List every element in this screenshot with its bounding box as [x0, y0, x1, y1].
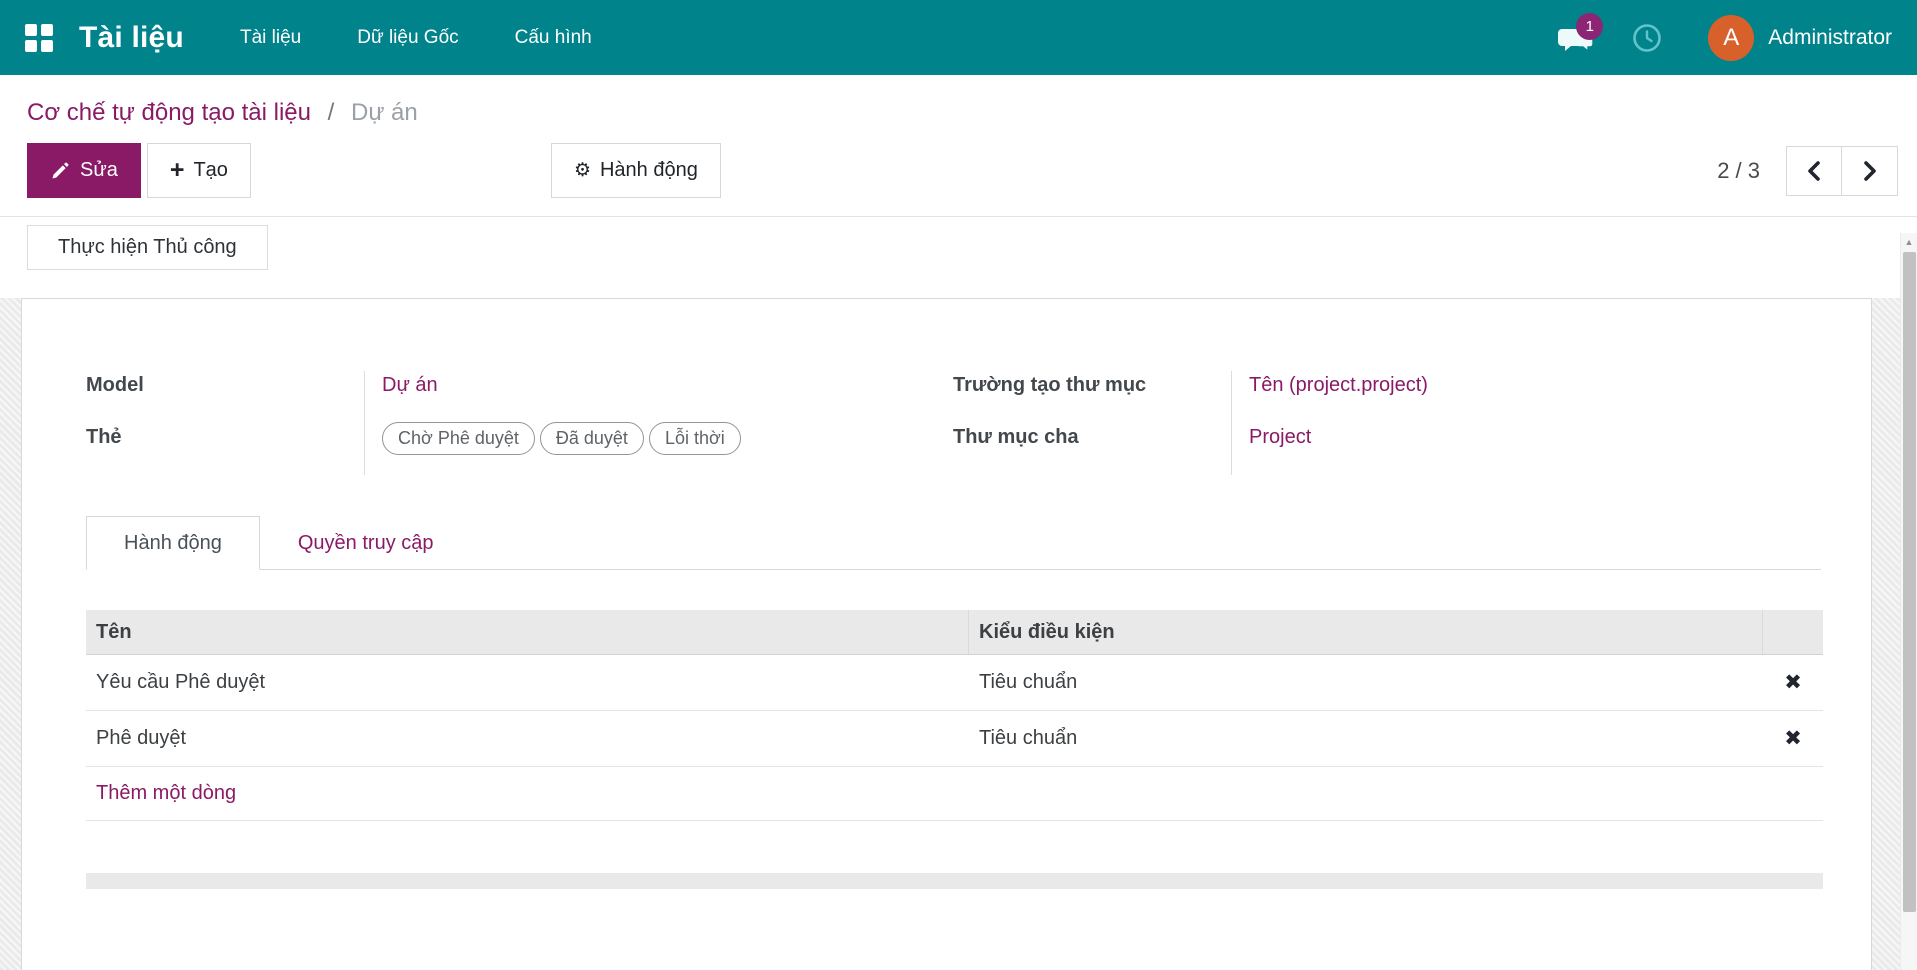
manual-run-button[interactable]: Thực hiện Thủ công — [27, 225, 268, 270]
delete-row-icon[interactable]: ✖ — [1763, 670, 1823, 695]
edit-button-label: Sửa — [80, 159, 118, 182]
notebook-tabs: Hành động Quyền truy cập — [86, 515, 1821, 570]
menu-item-tai-lieu[interactable]: Tài liệu — [240, 27, 301, 49]
pager-next-button[interactable] — [1842, 146, 1898, 196]
tab-quyen-truy-cap[interactable]: Quyền truy cập — [260, 516, 472, 570]
chevron-right-icon — [1862, 160, 1878, 182]
field-group-left: Model Thẻ Dự án Chờ Phê duyệt Đã duyệt L… — [86, 371, 947, 475]
clock-icon — [1632, 23, 1662, 53]
model-field-label: Model — [86, 374, 144, 397]
row-name-cell[interactable]: Yêu cầu Phê duyệt — [86, 671, 969, 694]
pager: 2 / 3 — [1717, 146, 1898, 196]
tab-hanh-dong[interactable]: Hành động — [86, 516, 260, 570]
folder-field-value[interactable]: Tên (project.project) — [1249, 374, 1428, 397]
top-navbar: Tài liệu Tài liệu Dữ liệu Gốc Cấu hình 1… — [0, 0, 1917, 75]
user-menu[interactable]: A Administrator — [1708, 15, 1892, 61]
apps-grid-square — [25, 24, 37, 36]
field-values-left: Dự án Chờ Phê duyệt Đã duyệt Lỗi thời — [364, 371, 947, 475]
vertical-scrollbar[interactable]: ▲ — [1900, 233, 1917, 970]
apps-grid-icon[interactable] — [25, 24, 53, 52]
delete-row-icon[interactable]: ✖ — [1763, 726, 1823, 751]
scrollbar-thumb[interactable] — [1903, 252, 1916, 912]
parent-folder-label: Thư mục cha — [953, 426, 1079, 449]
statusbar: Thực hiện Thủ công — [0, 217, 1917, 275]
pager-value: 2 / 3 — [1717, 158, 1760, 184]
column-header-name[interactable]: Tên — [86, 610, 969, 654]
table-row[interactable]: Yêu cầu Phê duyệt Tiêu chuẩn ✖ — [86, 655, 1823, 711]
parent-folder-value[interactable]: Project — [1249, 426, 1311, 449]
row-condition-cell[interactable]: Tiêu chuẩn — [969, 727, 1763, 750]
gear-icon: ⚙ — [574, 159, 591, 182]
form-sheet: Model Thẻ Dự án Chờ Phê duyệt Đã duyệt L… — [21, 298, 1872, 970]
avatar: A — [1708, 15, 1754, 61]
folder-field-label: Trường tạo thư mục — [953, 374, 1146, 397]
messages-badge: 1 — [1576, 13, 1603, 40]
main-menu: Tài liệu Dữ liệu Gốc Cấu hình — [240, 27, 592, 49]
field-group: Model Thẻ Dự án Chờ Phê duyệt Đã duyệt L… — [86, 371, 1821, 475]
list-footer-strip — [86, 873, 1823, 889]
field-labels-right: Trường tạo thư mục Thư mục cha — [953, 371, 1231, 475]
model-field-value[interactable]: Dự án — [382, 374, 438, 397]
apps-grid-square — [41, 24, 53, 36]
pager-previous-button[interactable] — [1786, 146, 1842, 196]
list-header-row: Tên Kiểu điều kiện — [86, 610, 1823, 655]
create-button[interactable]: + Tạo — [147, 143, 251, 198]
app-brand[interactable]: Tài liệu — [79, 21, 184, 55]
apps-grid-square — [25, 40, 37, 52]
navbar-right: 1 A Administrator — [1558, 15, 1892, 61]
action-button-label: Hành động — [600, 159, 698, 182]
actions-list: Tên Kiểu điều kiện Yêu cầu Phê duyệt Tiê… — [86, 610, 1823, 821]
activities-clock-icon[interactable] — [1632, 23, 1662, 53]
tag-badge[interactable]: Lỗi thời — [649, 422, 741, 455]
scrollbar-up-arrow-icon[interactable]: ▲ — [1901, 233, 1917, 251]
breadcrumb-parent[interactable]: Cơ chế tự động tạo tài liệu — [27, 99, 311, 126]
plus-icon: + — [170, 158, 185, 183]
chevron-left-icon — [1806, 160, 1822, 182]
create-button-label: Tạo — [193, 159, 227, 182]
control-panel-buttons: Sửa + Tạo ⚙ Hành động 2 / 3 — [0, 143, 1917, 198]
breadcrumb-current: Dự án — [351, 99, 418, 126]
field-values-right: Tên (project.project) Project — [1231, 371, 1821, 475]
column-header-condition-type[interactable]: Kiểu điều kiện — [969, 610, 1763, 654]
tag-badge[interactable]: Chờ Phê duyệt — [382, 422, 535, 455]
tags-field-label: Thẻ — [86, 426, 122, 449]
add-a-line-link[interactable]: Thêm một dòng — [86, 782, 236, 805]
field-labels-left: Model Thẻ — [86, 371, 364, 475]
edit-button[interactable]: Sửa — [27, 143, 141, 198]
tag-badge[interactable]: Đã duyệt — [540, 422, 644, 455]
tags-field-value: Chờ Phê duyệt Đã duyệt Lỗi thời — [382, 422, 741, 455]
user-name: Administrator — [1768, 26, 1892, 50]
menu-item-du-lieu-goc[interactable]: Dữ liệu Gốc — [357, 27, 458, 49]
messages-icon[interactable]: 1 — [1558, 21, 1598, 55]
add-row-line: Thêm một dòng — [86, 767, 1823, 821]
row-condition-cell[interactable]: Tiêu chuẩn — [969, 671, 1763, 694]
pencil-icon — [50, 161, 70, 181]
apps-grid-square — [41, 40, 53, 52]
breadcrumb: Cơ chế tự động tạo tài liệu / Dự án — [0, 75, 1917, 127]
table-row[interactable]: Phê duyệt Tiêu chuẩn ✖ — [86, 711, 1823, 767]
column-header-delete — [1763, 610, 1823, 654]
pager-buttons — [1786, 146, 1898, 196]
action-button[interactable]: ⚙ Hành động — [551, 143, 721, 198]
menu-item-cau-hinh[interactable]: Cấu hình — [515, 27, 592, 49]
breadcrumb-separator: / — [328, 99, 335, 126]
field-group-right: Trường tạo thư mục Thư mục cha Tên (proj… — [947, 371, 1821, 475]
row-name-cell[interactable]: Phê duyệt — [86, 727, 969, 750]
webclient-background: Model Thẻ Dự án Chờ Phê duyệt Đã duyệt L… — [0, 298, 1917, 970]
